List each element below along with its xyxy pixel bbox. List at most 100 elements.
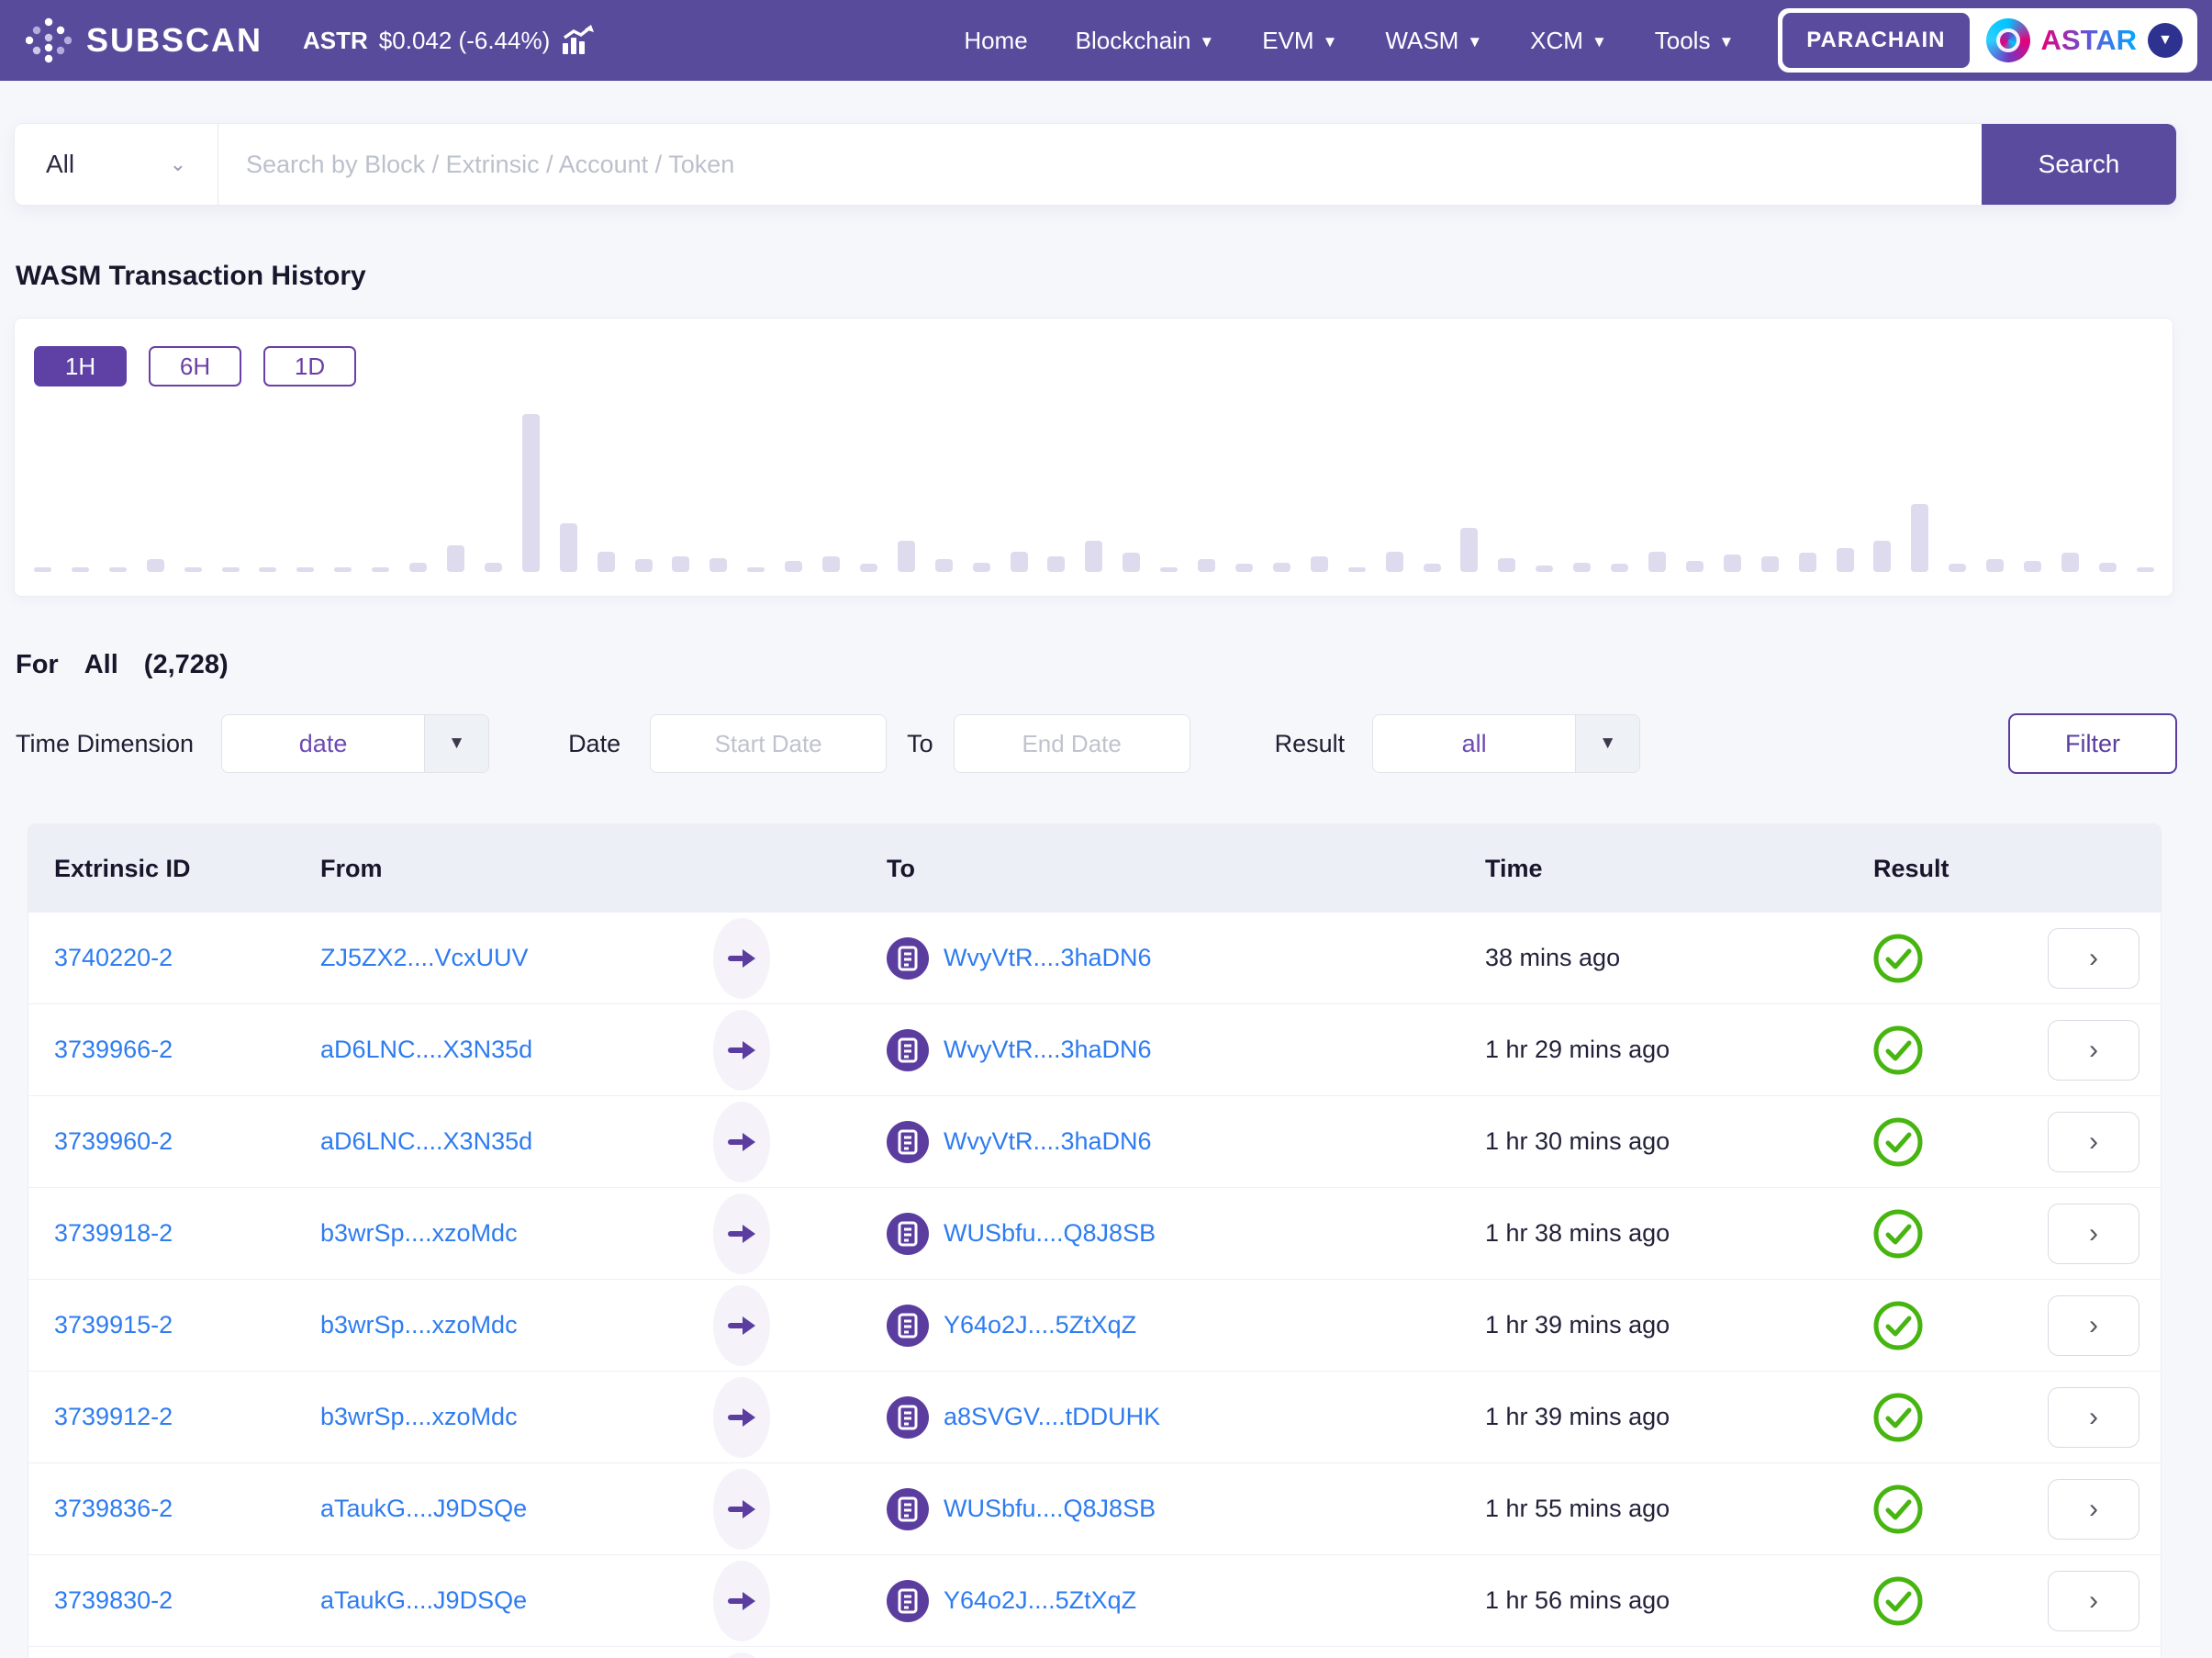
row-detail-button[interactable]: ›	[2048, 1479, 2139, 1540]
row-detail-button[interactable]: ›	[2048, 1204, 2139, 1264]
extrinsic-id-link[interactable]: 3739830-2	[54, 1586, 173, 1614]
range-button-1h[interactable]: 1H	[34, 346, 127, 386]
subscan-logo-icon	[26, 17, 72, 63]
table-row: 3739830-2 aTaukG....J9DSQe Y64o2J....5Zt…	[28, 1555, 2161, 1647]
row-detail-button[interactable]: ›	[2048, 928, 2139, 989]
range-button-1d[interactable]: 1D	[263, 346, 356, 386]
from-account-link[interactable]: ZJ5ZX2....VcxUUV	[320, 944, 529, 971]
filter-bar: Time Dimension date ▼ Date To Result all…	[16, 713, 2177, 774]
chart-bar	[1160, 567, 1178, 572]
nav-item-tools[interactable]: Tools▼	[1655, 27, 1735, 55]
chart-bar	[334, 567, 352, 572]
contract-icon	[887, 1213, 929, 1255]
chart-bar	[485, 563, 502, 572]
extrinsic-id-link[interactable]: 3740220-2	[54, 944, 173, 971]
row-detail-button[interactable]: ›	[2048, 1571, 2139, 1631]
nav-item-home[interactable]: Home	[964, 27, 1027, 55]
row-detail-button[interactable]: ›	[2048, 1387, 2139, 1448]
extrinsic-id-link[interactable]: 3739918-2	[54, 1219, 173, 1247]
chart-bar	[222, 567, 240, 572]
chart-bar	[1911, 504, 1928, 572]
end-date-input[interactable]	[954, 714, 1190, 773]
chart-bar	[1047, 556, 1065, 572]
from-account-link[interactable]: aD6LNC....X3N35d	[320, 1127, 532, 1155]
to-account-link[interactable]: WvyVtR....3haDN6	[944, 944, 1152, 972]
from-account-link[interactable]: b3wrSp....xzoMdc	[320, 1403, 518, 1430]
to-account-link[interactable]: WUSbfu....Q8J8SB	[944, 1219, 1156, 1248]
chart-bar	[822, 556, 840, 572]
row-detail-button[interactable]: ›	[2048, 1020, 2139, 1081]
contract-icon	[887, 1121, 929, 1163]
table-row: 3739915-2 b3wrSp....xzoMdc Y64o2J....5Zt…	[28, 1280, 2161, 1372]
to-account-link[interactable]: WvyVtR....3haDN6	[944, 1127, 1152, 1156]
extrinsic-id-link[interactable]: 3739836-2	[54, 1495, 173, 1522]
to-account-link[interactable]: WUSbfu....Q8J8SB	[944, 1495, 1156, 1523]
to-account-link[interactable]: Y64o2J....5ZtXqZ	[944, 1586, 1136, 1615]
chart-bar	[522, 414, 540, 572]
result-summary: For All (2,728)	[16, 650, 2212, 680]
row-detail-button[interactable]: ›	[2048, 1295, 2139, 1356]
time-dimension-value: date	[222, 715, 424, 772]
row-detail-button[interactable]: ›	[2048, 1112, 2139, 1172]
result-value: all	[1373, 715, 1575, 772]
chart-bar	[598, 552, 615, 572]
from-account-link[interactable]: aD6LNC....X3N35d	[320, 1036, 532, 1063]
transfer-arrow-icon	[713, 1561, 770, 1641]
chart-bar	[1273, 563, 1290, 572]
time-cell: 1 hr 39 mins ago	[1485, 1403, 1873, 1431]
token-symbol: ASTR	[303, 27, 368, 55]
from-account-link[interactable]: b3wrSp....xzoMdc	[320, 1219, 518, 1247]
nav-item-blockchain[interactable]: Blockchain▼	[1076, 27, 1215, 55]
search-scope-select[interactable]: All ⌄	[15, 124, 218, 205]
to-account-link[interactable]: a8SVGV....tDDUHK	[944, 1403, 1160, 1431]
filter-button[interactable]: Filter	[2008, 713, 2177, 774]
transfer-arrow-icon	[713, 1102, 770, 1182]
range-button-6h[interactable]: 6H	[149, 346, 241, 386]
chevron-down-icon: ▼	[1592, 33, 1607, 51]
result-select[interactable]: all ▼	[1372, 714, 1640, 773]
chart-bar	[898, 541, 915, 572]
chart-bar	[635, 559, 653, 572]
extrinsic-id-link[interactable]: 3739912-2	[54, 1403, 173, 1430]
success-icon	[1873, 1393, 1923, 1442]
search-input[interactable]	[218, 124, 1982, 205]
chevron-down-icon: ▼	[1718, 33, 1734, 51]
table-row: 3740220-2 ZJ5ZX2....VcxUUV WvyVtR....3ha…	[28, 913, 2161, 1004]
subscan-logo[interactable]: SUBSCAN	[26, 17, 263, 63]
transfer-arrow-icon	[713, 1285, 770, 1366]
nav-item-evm[interactable]: EVM▼	[1262, 27, 1337, 55]
search-button[interactable]: Search	[1982, 124, 2176, 205]
network-selector[interactable]: ASTAR ▼	[1986, 18, 2183, 62]
to-account-link[interactable]: WvyVtR....3haDN6	[944, 1036, 1152, 1064]
nav-item-xcm[interactable]: XCM▼	[1530, 27, 1607, 55]
table-row: 3739912-2 b3wrSp....xzoMdc a8SVGV....tDD…	[28, 1372, 2161, 1463]
parachain-button[interactable]: PARACHAIN	[1782, 13, 1969, 68]
from-account-link[interactable]: aTaukG....J9DSQe	[320, 1586, 527, 1614]
chart-bar	[1573, 563, 1591, 572]
chart-bar	[1123, 553, 1140, 572]
nav-item-wasm[interactable]: WASM▼	[1385, 27, 1482, 55]
contract-icon	[887, 1305, 929, 1347]
from-account-link[interactable]: b3wrSp....xzoMdc	[320, 1311, 518, 1339]
token-price-value: $0.042 (-6.44%)	[379, 27, 550, 55]
extrinsic-id-link[interactable]: 3739960-2	[54, 1127, 173, 1155]
extrinsic-id-link[interactable]: 3739915-2	[54, 1311, 173, 1339]
chart-bar	[1460, 528, 1478, 572]
token-price: ASTR $0.042 (-6.44%)	[303, 25, 594, 56]
chart-bar	[935, 559, 953, 572]
network-chevron-down-icon: ▼	[2148, 23, 2183, 58]
network-name: ASTAR	[2041, 24, 2137, 57]
time-cell: 1 hr 56 mins ago	[1485, 1586, 1873, 1615]
chart-bar	[1498, 558, 1515, 572]
chart-bar	[372, 567, 389, 572]
chart-bar	[1311, 556, 1328, 572]
table-header-row: Extrinsic ID From To Time Result	[28, 824, 2161, 913]
extrinsic-id-link[interactable]: 3739966-2	[54, 1036, 173, 1063]
price-chart-icon[interactable]	[561, 25, 594, 56]
time-dimension-label: Time Dimension	[16, 730, 194, 758]
time-dimension-select[interactable]: date ▼	[221, 714, 489, 773]
to-account-link[interactable]: Y64o2J....5ZtXqZ	[944, 1311, 1136, 1339]
start-date-input[interactable]	[650, 714, 887, 773]
chart-bar	[785, 561, 802, 572]
from-account-link[interactable]: aTaukG....J9DSQe	[320, 1495, 527, 1522]
